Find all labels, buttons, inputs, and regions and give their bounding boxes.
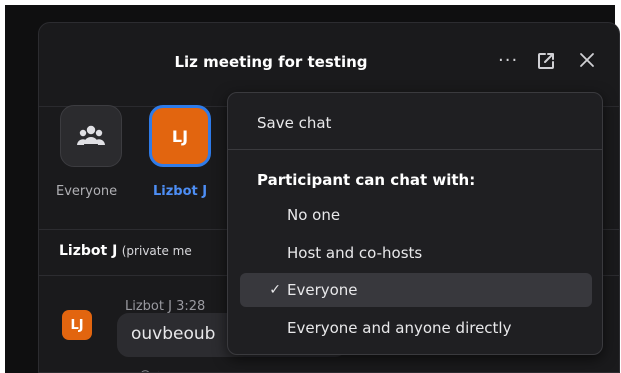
permission-option-host-cohosts[interactable]: Host and co-hosts	[240, 236, 592, 270]
private-recipient-line: Lizbot J (private me	[59, 243, 192, 259]
message-sender: Lizbot J 3:28	[125, 299, 206, 314]
close-icon[interactable]	[578, 51, 596, 74]
chat-permission-heading: Participant can chat with:	[257, 171, 476, 189]
checkmark-icon: ✓	[269, 282, 281, 298]
popout-icon[interactable]	[536, 51, 556, 71]
recipient-everyone-button[interactable]	[60, 105, 122, 167]
chat-options-menu: Save chat Participant can chat with: No …	[227, 92, 603, 355]
permission-option-no-one[interactable]: No one	[240, 198, 592, 232]
option-label: Everyone	[287, 281, 358, 299]
screen: Liz meeting for testing ··· Everyone LJ …	[0, 0, 621, 373]
permission-option-everyone[interactable]: ✓ Everyone	[240, 273, 592, 307]
save-chat-menu-item[interactable]: Save chat	[240, 106, 592, 140]
option-label: No one	[287, 206, 341, 224]
recipient-everyone-label: Everyone	[56, 184, 118, 199]
more-dots-icon[interactable]: ···	[498, 51, 518, 71]
message-text: ouvbeoub	[131, 324, 216, 344]
recipient-lizbot-button[interactable]: LJ	[149, 105, 211, 167]
avatar: LJ	[171, 126, 189, 146]
permission-option-everyone-directly[interactable]: Everyone and anyone directly	[240, 311, 592, 345]
option-label: Host and co-hosts	[287, 244, 423, 262]
private-note: (private me	[121, 244, 192, 258]
menu-divider	[228, 149, 602, 150]
avatar: LJ	[62, 310, 92, 340]
group-icon	[77, 125, 105, 145]
chat-title: Liz meeting for testing	[174, 53, 368, 71]
recipient-lizbot-label: Lizbot J	[153, 184, 208, 199]
reaction-icon[interactable]: ☺ ⁺	[139, 369, 162, 372]
option-label: Everyone and anyone directly	[287, 319, 512, 337]
recipient-name: Lizbot J	[59, 243, 118, 259]
